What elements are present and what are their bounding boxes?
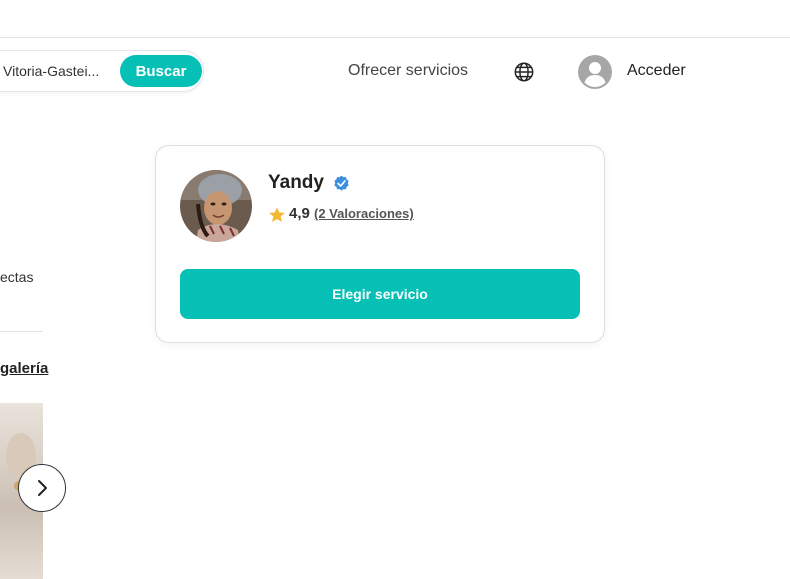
user-avatar-icon[interactable] (578, 55, 612, 89)
gallery-next-button[interactable] (18, 464, 66, 512)
chevron-right-icon (38, 480, 47, 496)
section-divider (0, 331, 43, 332)
reviews-link[interactable]: (2 Valoraciones) (314, 206, 414, 221)
rating-value: 4,9 (289, 205, 310, 222)
provider-photo (180, 170, 252, 242)
gallery-link[interactable]: galería (0, 360, 48, 377)
choose-service-button[interactable]: Elegir servicio (180, 269, 580, 319)
truncated-text: ectas (0, 269, 34, 285)
search-location-value[interactable]: Vitoria-Gastei... (3, 63, 101, 79)
provider-name: Yandy (268, 172, 324, 193)
search-bar[interactable]: Vitoria-Gastei... Buscar (0, 50, 204, 92)
search-button[interactable]: Buscar (120, 55, 202, 87)
verified-check-icon (334, 175, 349, 191)
star-icon (269, 207, 285, 223)
globe-icon[interactable] (513, 61, 535, 83)
provider-card: Yandy 4,9 (2 Valoraciones) Elegir servic… (155, 145, 605, 343)
offer-services-link[interactable]: Ofrecer servicios (348, 62, 468, 80)
provider-avatar[interactable] (180, 170, 252, 242)
login-link[interactable]: Acceder (627, 62, 686, 80)
header-divider (0, 37, 790, 38)
